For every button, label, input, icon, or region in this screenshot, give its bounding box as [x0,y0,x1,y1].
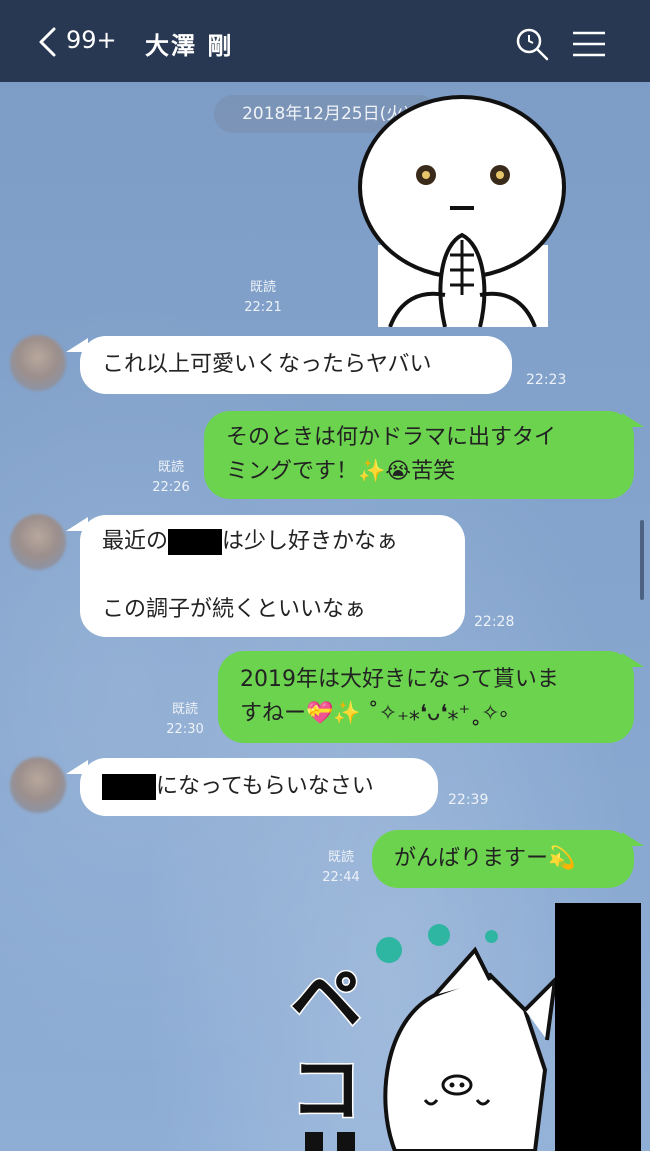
message-bubble-right[interactable]: がんばりますー💫 [372,830,634,888]
search-icon[interactable] [514,26,550,62]
bubble-tail [622,832,644,846]
unread-count[interactable]: 99+ [66,26,117,54]
message-text: 最近の [102,529,169,554]
read-receipt: 既読 22:26 [152,460,190,495]
bubble-tail [622,653,644,667]
read-receipt: 既読 22:30 [166,702,204,737]
message-text-line: ミングです！✨😭苦笑 [226,459,456,484]
message-text: この調子が続くといいなぁ [102,597,367,622]
bubble-tail [622,413,644,427]
read-receipt: 既読 22:21 [244,280,282,315]
message-text-line: そのときは何かドラマに出すタイ [226,425,557,450]
message-text-line: 2019年は大好きになって貰いま [240,667,559,692]
message-text-line: すねー💝✨ ˚✧₊⁎❛ᴗ❛⁎⁺˳✧༚ [240,701,508,726]
sticker-label-ko: コ [290,1048,362,1132]
avatar[interactable] [10,335,66,391]
message-bubble-left[interactable]: これ以上可愛いくなったらヤバい [80,336,512,394]
message-text: がんばりますー💫 [394,846,576,871]
message-text: は少し好きかなぁ [222,529,399,554]
redaction-box [102,774,156,800]
read-receipt: 既読 22:44 [322,850,360,885]
contact-name[interactable]: 大澤 剛 [145,26,233,61]
message-bubble-left[interactable]: 最近の は少し好きかなぁ この調子が続くといいなぁ [80,515,465,637]
message-bubble-right[interactable]: 2019年は大好きになって貰いま すねー💝✨ ˚✧₊⁎❛ᴗ❛⁎⁺˳✧༚ [218,651,634,743]
chat-header: 99+ 大澤 剛 [0,0,650,82]
menu-icon[interactable] [572,30,606,58]
scrollbar[interactable] [640,520,644,600]
message-time: 22:39 [448,792,489,808]
message-bubble-right[interactable]: そのときは何かドラマに出すタイ ミングです！✨😭苦笑 [204,411,634,499]
redaction-box [168,529,223,555]
message-time: 22:28 [474,614,515,630]
message-text: これ以上可愛いくなったらヤバい [102,352,432,377]
praying-character-sticker[interactable] [350,95,575,327]
message-text: になってもらいなさい [156,774,374,799]
chevron-left-icon[interactable] [34,26,64,58]
message-time: 22:23 [526,372,567,388]
sticker-label-pe: ペ [290,958,362,1042]
avatar[interactable] [10,514,66,570]
avatar[interactable] [10,757,66,813]
redaction-box [555,903,641,1151]
message-bubble-left[interactable]: になってもらいなさい [80,758,438,816]
